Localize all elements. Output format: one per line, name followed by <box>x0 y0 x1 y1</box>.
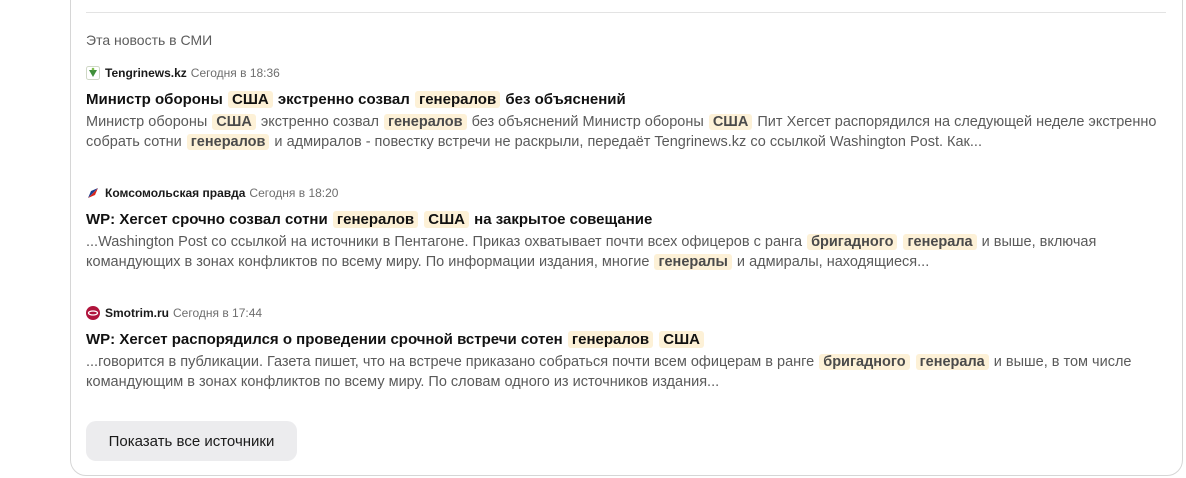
keyword-highlight: США <box>212 114 256 130</box>
keyword-highlight: бригадного <box>807 234 898 250</box>
snippet: ...Washington Post со ссылкой на источни… <box>86 234 1097 270</box>
keyword-highlight: бригадного <box>819 354 910 370</box>
keyword-highlight: генералов <box>186 134 270 150</box>
source-line: Smotrim.ru Сегодня в 17:44 <box>86 305 1166 321</box>
keyword-highlight: США <box>659 331 705 348</box>
keyword-highlight: США <box>227 91 273 108</box>
tengrinews-icon <box>86 66 100 80</box>
news-item: Smotrim.ru Сегодня в 17:44 WP: Хегсет ра… <box>86 305 1166 392</box>
keyword-highlight: США <box>708 114 753 130</box>
source-name[interactable]: Smotrim.ru <box>105 306 169 320</box>
headline-link[interactable]: WP: Хегсет срочно созвал сотни генералов… <box>86 209 1166 231</box>
publish-time: Сегодня в 17:44 <box>173 306 263 320</box>
keyword-highlight: генерала <box>903 234 977 250</box>
keyword-highlight: генералов <box>414 91 501 108</box>
keyword-highlight: США <box>424 211 470 228</box>
headline-link[interactable]: Министр обороны США экстренно созвал ген… <box>86 89 1166 111</box>
keyword-highlight: генералов <box>383 114 467 130</box>
keyword-highlight: генералов <box>332 211 419 228</box>
show-all-sources-button[interactable]: Показать все источники <box>86 421 297 461</box>
news-item: Комсомольская правда Сегодня в 18:20 WP:… <box>86 185 1166 272</box>
keyword-highlight: генералы <box>654 254 732 270</box>
section-title: Эта новость в СМИ <box>86 32 213 48</box>
smotrim-icon <box>86 306 100 320</box>
headline-link[interactable]: WP: Хегсет распорядился о проведении сро… <box>86 329 1166 351</box>
source-line: Комсомольская правда Сегодня в 18:20 <box>86 185 1166 201</box>
source-line: Tengrinews.kz Сегодня в 18:36 <box>86 65 1166 81</box>
kp-icon <box>86 186 100 200</box>
source-name[interactable]: Tengrinews.kz <box>105 66 187 80</box>
keyword-highlight: генерала <box>915 354 989 370</box>
source-name[interactable]: Комсомольская правда <box>105 186 245 200</box>
news-item: Tengrinews.kz Сегодня в 18:36 Министр об… <box>86 65 1166 152</box>
publish-time: Сегодня в 18:20 <box>249 186 339 200</box>
keyword-highlight: генералов <box>567 331 654 348</box>
publish-time: Сегодня в 18:36 <box>190 66 280 80</box>
snippet: Министр обороны США экстренно созвал ген… <box>86 114 1157 150</box>
divider <box>86 12 1166 13</box>
snippet: ...говорится в публикации. Газета пишет,… <box>86 354 1132 390</box>
